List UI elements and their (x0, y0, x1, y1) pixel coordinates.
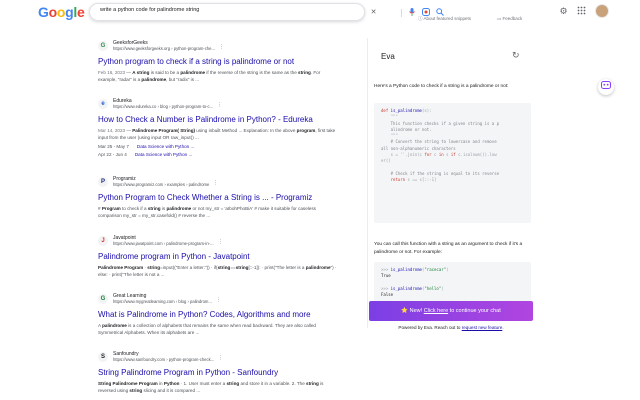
result-snippet: Palindrome Program · string=input(("Ente… (98, 264, 338, 278)
result-snippet: # Program to check if a string is palind… (98, 205, 338, 219)
search-result: e Edureka https://www.edureka.co › blog › … (98, 98, 338, 159)
sublink-row: Mar 25 - May 7 Data Science with Python .… (98, 143, 338, 151)
sublink-link[interactable]: Data Science with Python ... (135, 152, 192, 157)
result-title-link[interactable]: Python program to check if a string is p… (98, 57, 338, 66)
account-avatar[interactable] (595, 4, 609, 18)
refresh-icon[interactable]: ↻ (512, 50, 520, 61)
powered-by-text: Powered by Eva. Reach out to request new… (368, 325, 534, 330)
assistant-launcher-icon[interactable] (598, 79, 614, 95)
logo-letter: o (48, 4, 58, 20)
eva-intro-text: Here's a Python code to check if a strin… (374, 84, 509, 89)
result-snippet-text: — Palindrome Program( String) using inbu… (98, 128, 336, 140)
eva-title: Eva (381, 52, 395, 61)
logo-letter: e (76, 4, 85, 20)
sublink-link[interactable]: Data Science with Python ... (137, 144, 194, 149)
search-result: G GeeksforGeeks https://www.geeksforgeeks.… (98, 40, 338, 83)
site-favicon-icon: J (98, 236, 108, 246)
google-logo[interactable]: Google (38, 4, 85, 20)
eva-explanation-text: You can call this function with a string… (374, 242, 523, 255)
cta-prefix: ⭐ New! (401, 308, 424, 314)
result-snippet-text: String Palindrome Program in Python · 1.… (98, 381, 324, 393)
result-site-row[interactable]: e Edureka https://www.edureka.co › blog › … (98, 98, 338, 112)
site-favicon-icon: e (98, 99, 108, 109)
result-snippet: String Palindrome Program in Python · 1.… (98, 380, 338, 394)
result-snippet: Feb 16, 2023 — A string is said to be a … (98, 69, 338, 83)
result-site-row[interactable]: G GeeksforGeeks https://www.geeksforgeeks.… (98, 40, 338, 54)
feedback-icon: ▭ (497, 16, 503, 21)
search-result: S Sanfoundry https://www.sanfoundry.com › … (98, 351, 338, 394)
more-options-icon[interactable]: ⋮ (216, 297, 221, 303)
search-result: G Great Learning https://www.mygreatlearni… (98, 293, 338, 336)
result-snippet-text: Palindrome Program · string=input(("Ente… (98, 265, 337, 277)
site-favicon-icon: S (98, 352, 108, 362)
result-snippet: A palindrome is a collection of alphabet… (98, 322, 338, 336)
eva-chat-panel: Eva ↻ Here's a Python code to check if a… (367, 38, 534, 330)
result-site-row[interactable]: S Sanfoundry https://www.sanfoundry.com › … (98, 351, 338, 365)
search-box[interactable]: write a python code for palindrome strin… (89, 3, 444, 21)
request-feature-link[interactable]: request new feature (462, 325, 503, 330)
more-options-icon[interactable]: ⋮ (218, 239, 223, 245)
result-snippet-text: # Program to check if a string is palind… (98, 206, 316, 218)
result-url: https://www.javatpoint.com › palindrome-… (113, 241, 214, 246)
result-url: https://www.geeksforgeeks.org › python-p… (113, 46, 215, 51)
result-snippet-text: — A string is said to be a palindrome if… (98, 70, 321, 82)
result-snippet-text: A palindrome is a collection of alphabet… (98, 323, 316, 335)
logo-letter: G (38, 4, 49, 20)
result-title-link[interactable]: Python Program to Check Whether a String… (98, 193, 338, 202)
more-options-icon[interactable]: ⋮ (219, 44, 224, 50)
result-site-row[interactable]: J Javatpoint https://www.javatpoint.com › … (98, 235, 338, 249)
about-snippets-label: About featured snippets (423, 16, 472, 21)
search-input[interactable]: write a python code for palindrome strin… (100, 7, 199, 13)
code-block-function: def is_palindrome(s): """ This function … (374, 103, 531, 223)
more-options-icon[interactable]: ⋮ (217, 102, 222, 108)
logo-letter: o (56, 4, 66, 20)
info-icon: ⓘ (418, 16, 424, 21)
result-sublinks: Mar 25 - May 7 Data Science with Python .… (98, 143, 338, 159)
site-favicon-icon: G (98, 294, 108, 304)
result-title-link[interactable]: What is Palindrome in Python? Codes, Alg… (98, 310, 338, 319)
result-title-link[interactable]: String Palindrome Program in Python - Sa… (98, 368, 338, 377)
result-url: https://www.mygreatlearning.com › blog ›… (113, 299, 212, 304)
clear-icon[interactable]: ✕ (369, 8, 378, 17)
result-date: Feb 16, 2023 (98, 70, 126, 75)
sublink-date: Mar 25 - May 7 (98, 144, 129, 149)
settings-icon[interactable]: ⚙ (558, 6, 569, 17)
site-favicon-icon: P (98, 177, 108, 187)
more-options-icon[interactable]: ⋮ (213, 180, 218, 186)
apps-icon[interactable] (576, 6, 587, 17)
search-result: J Javatpoint https://www.javatpoint.com › … (98, 235, 338, 278)
search-result: P Programiz https://www.programiz.com › ex… (98, 176, 338, 219)
cta-suffix: to continue your chat (448, 308, 501, 314)
result-title-link[interactable]: Palindrome program in Python - Javatpoin… (98, 252, 338, 261)
site-favicon-icon: G (98, 41, 108, 51)
result-url: https://www.sanfoundry.com › python-prog… (113, 357, 215, 362)
result-url: https://www.programiz.com › examples › p… (113, 182, 210, 187)
result-site-row[interactable]: P Programiz https://www.programiz.com › ex… (98, 176, 338, 190)
about-snippets-link[interactable]: ⓘ About featured snippets (418, 16, 471, 22)
more-options-icon[interactable]: ⋮ (218, 355, 223, 361)
cta-click-here-link[interactable]: Click here (424, 308, 448, 314)
result-url: https://www.edureka.co › blog › python-p… (113, 104, 214, 109)
mic-icon[interactable] (407, 8, 416, 17)
continue-chat-button[interactable]: ⭐ New! Click here to continue your chat (369, 301, 533, 321)
sublink-row: Apr 22 - Jun 4 Data Science with Python .… (98, 151, 338, 159)
feedback-label: Feedback (502, 16, 523, 21)
search-divider (401, 9, 402, 17)
feedback-link[interactable]: ▭ Feedback (497, 16, 522, 22)
sublink-date: Apr 22 - Jun 4 (98, 152, 127, 157)
result-title-link[interactable]: How to Check a Number is Palindrome in P… (98, 115, 338, 124)
result-snippet: Mar 14, 2023 — Palindrome Program( Strin… (98, 127, 338, 141)
powered-suffix: . (502, 325, 504, 330)
result-date: Mar 14, 2023 (98, 128, 126, 133)
search-header: Google write a python code for palindrom… (0, 0, 640, 26)
result-site-row[interactable]: G Great Learning https://www.mygreatlearni… (98, 293, 338, 307)
powered-prefix: Powered by Eva. Reach out to (398, 325, 462, 330)
logo-letter: g (65, 4, 74, 20)
